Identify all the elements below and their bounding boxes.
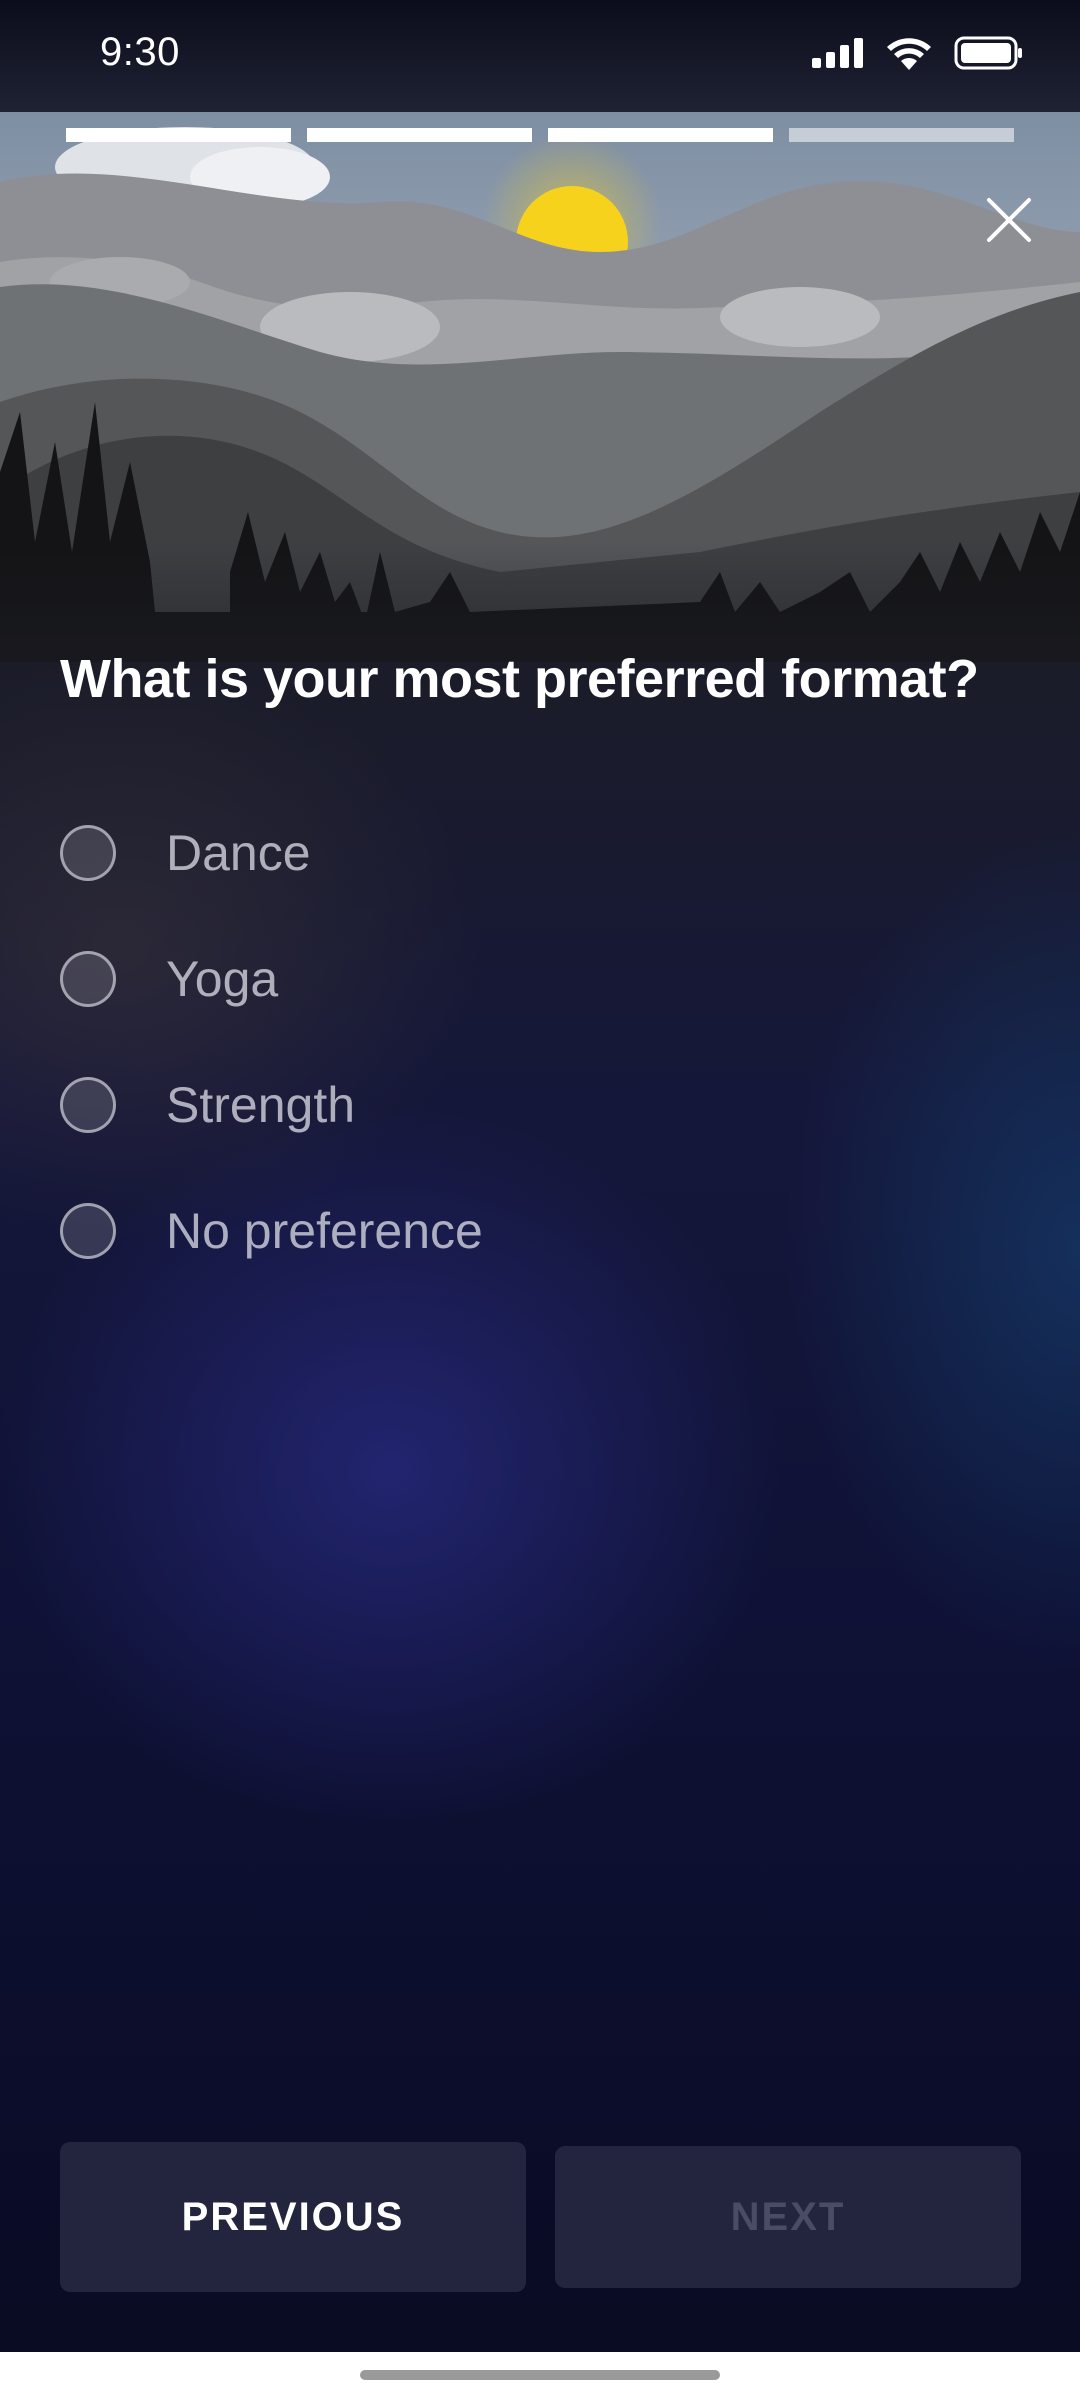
option-strength[interactable]: Strength xyxy=(60,1042,1020,1168)
options-list: Dance Yoga Strength No preference xyxy=(60,790,1020,1294)
signal-icon xyxy=(812,38,863,68)
option-label: Dance xyxy=(166,825,311,881)
close-icon xyxy=(987,198,1031,242)
status-bar: 9:30 xyxy=(0,0,1080,112)
wifi-icon xyxy=(887,38,931,70)
radio-button[interactable] xyxy=(60,1077,116,1133)
battery-icon xyxy=(954,36,1022,70)
option-label: Strength xyxy=(166,1077,356,1133)
status-icons xyxy=(812,36,1024,70)
progress-segment-2 xyxy=(307,128,532,142)
close-button[interactable] xyxy=(974,185,1044,255)
option-label: No preference xyxy=(166,1203,483,1259)
radio-button[interactable] xyxy=(60,825,116,881)
home-bar-area xyxy=(0,2352,1080,2400)
progress-bar xyxy=(66,128,1014,142)
hero-illustration xyxy=(0,112,1080,662)
progress-segment-3 xyxy=(548,128,773,142)
option-yoga[interactable]: Yoga xyxy=(60,916,1020,1042)
radio-button[interactable] xyxy=(60,951,116,1007)
landscape-illustration xyxy=(0,112,1080,662)
option-label: Yoga xyxy=(166,951,279,1007)
progress-segment-1 xyxy=(66,128,291,142)
home-indicator[interactable] xyxy=(360,2370,720,2380)
option-no-preference[interactable]: No preference xyxy=(60,1168,1020,1294)
progress-segment-4 xyxy=(789,128,1014,142)
status-time: 9:30 xyxy=(100,30,180,74)
next-button[interactable]: NEXT xyxy=(555,2146,1021,2288)
previous-button[interactable]: PREVIOUS xyxy=(60,2142,526,2292)
option-dance[interactable]: Dance xyxy=(60,790,1020,916)
radio-button[interactable] xyxy=(60,1203,116,1259)
question-title: What is your most preferred format? xyxy=(60,649,979,709)
